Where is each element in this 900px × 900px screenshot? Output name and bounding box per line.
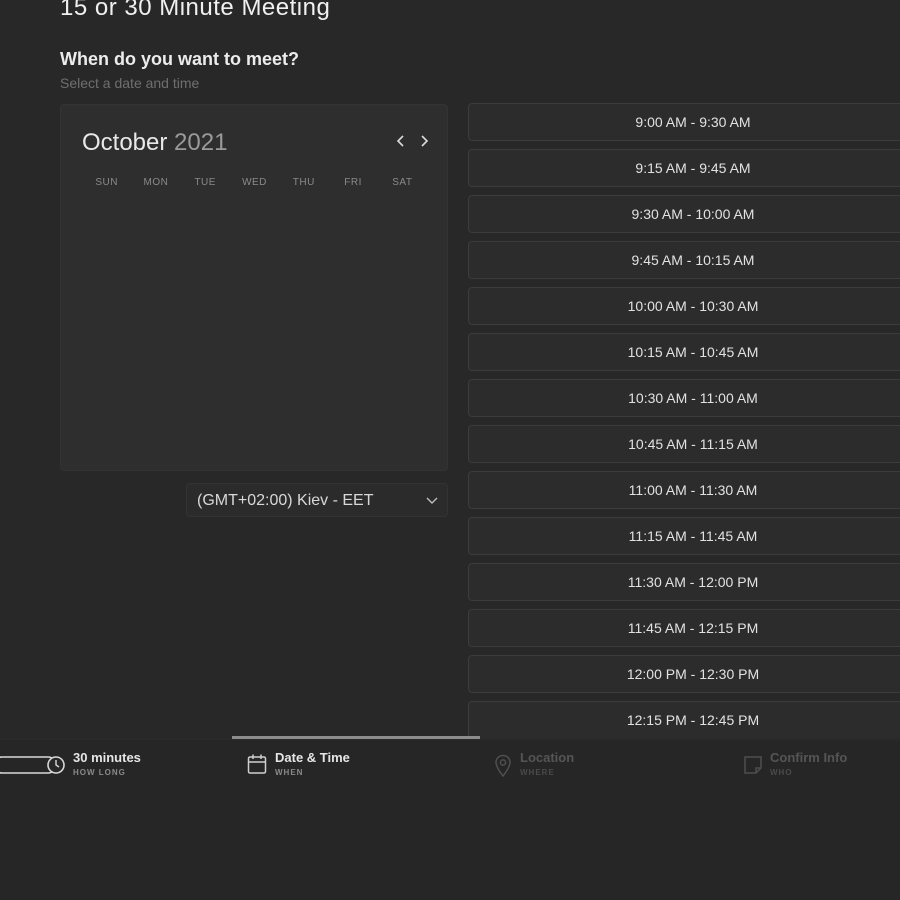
step-location[interactable]: Location WHERE: [494, 750, 694, 786]
weekday-label: SAT: [392, 177, 413, 188]
section-heading: When do you want to meet?: [60, 49, 299, 69]
calendar-month: October: [82, 129, 168, 156]
chevron-left-icon: [396, 135, 404, 147]
chevron-down-icon: [426, 497, 438, 504]
weekday-label: SUN: [95, 177, 118, 188]
time-slot-button[interactable]: 10:30 AM - 11:00 AM: [468, 379, 900, 417]
time-slot-label: 10:15 AM - 10:45 AM: [627, 344, 759, 360]
weekday-label: TUE: [194, 177, 216, 188]
step-label: Date & Time: [275, 750, 350, 765]
step-label: Location: [520, 750, 575, 765]
calendar-year: 2021: [174, 129, 228, 156]
time-slot-button[interactable]: 10:45 AM - 11:15 AM: [468, 425, 900, 463]
duration-icon: [0, 756, 65, 774]
active-step-indicator: [232, 736, 480, 739]
time-slot-label: 11:15 AM - 11:45 AM: [628, 528, 758, 544]
time-slot-label: 10:00 AM - 10:30 AM: [627, 298, 759, 314]
note-icon: [744, 756, 762, 774]
time-slot-button[interactable]: 11:00 AM - 11:30 AM: [468, 471, 900, 509]
calendar-month-year: October 2021: [82, 129, 227, 157]
step-label: 30 minutes: [73, 750, 141, 765]
time-slot-label: 9:15 AM - 9:45 AM: [635, 160, 751, 176]
time-slot-label: 12:00 PM - 12:30 PM: [626, 666, 760, 682]
time-slot-label: 10:45 AM - 11:15 AM: [628, 436, 758, 452]
time-slot-button[interactable]: 12:15 PM - 12:45 PM: [468, 701, 900, 739]
time-slot-label: 10:30 AM - 11:00 AM: [628, 390, 758, 406]
time-slot-button[interactable]: 11:15 AM - 11:45 AM: [468, 517, 900, 555]
time-slot-label: 9:30 AM - 10:00 AM: [631, 206, 755, 222]
step-duration[interactable]: 30 minutes HOW LONG: [0, 750, 200, 786]
time-slot-button[interactable]: 10:15 AM - 10:45 AM: [468, 333, 900, 371]
time-slot-label: 11:30 AM - 12:00 PM: [627, 574, 759, 590]
time-slot-label: 9:00 AM - 9:30 AM: [635, 114, 751, 130]
next-month-button[interactable]: [415, 131, 433, 151]
time-slot-button[interactable]: 10:00 AM - 10:30 AM: [468, 287, 900, 325]
calendar-panel: October 2021 SUN MON TUE WED THU FRI SAT: [60, 104, 448, 471]
section-subtitle: Select a date and time: [60, 75, 200, 91]
time-slot-button[interactable]: 9:15 AM - 9:45 AM: [468, 149, 900, 187]
scheduler-page: 15 or 30 Minute Meeting When do you want…: [0, 0, 900, 900]
location-pin-icon: [495, 754, 511, 778]
step-label: Confirm Info: [770, 750, 848, 765]
previous-month-button[interactable]: [392, 131, 410, 151]
time-slot-button[interactable]: 9:30 AM - 10:00 AM: [468, 195, 900, 233]
step-date-time[interactable]: Date & Time WHEN: [247, 750, 447, 786]
calendar-icon: [247, 754, 267, 774]
time-slot-button[interactable]: 11:45 AM - 12:15 PM: [468, 609, 900, 647]
weekday-label: THU: [292, 177, 315, 188]
time-slot-button[interactable]: 12:00 PM - 12:30 PM: [468, 655, 900, 693]
time-slot-button[interactable]: 9:45 AM - 10:15 AM: [468, 241, 900, 279]
step-sublabel: WHERE: [520, 768, 555, 777]
time-slot-label: 12:15 PM - 12:45 PM: [626, 712, 760, 728]
meeting-title: 15 or 30 Minute Meeting: [60, 0, 331, 21]
time-slot-label: 9:45 AM - 10:15 AM: [631, 252, 755, 268]
time-slot-list: 9:00 AM - 9:30 AM 9:15 AM - 9:45 AM 9:30…: [468, 103, 900, 747]
weekday-header: SUN MON TUE WED THU FRI SAT: [82, 177, 427, 188]
time-slot-button[interactable]: 11:30 AM - 12:00 PM: [468, 563, 900, 601]
time-slot-label: 11:45 AM - 12:15 PM: [627, 620, 759, 636]
weekday-label: WED: [242, 177, 267, 188]
weekday-label: FRI: [344, 177, 362, 188]
time-slot-label: 11:00 AM - 11:30 AM: [628, 482, 758, 498]
chevron-right-icon: [421, 135, 429, 147]
time-slot-button[interactable]: 9:00 AM - 9:30 AM: [468, 103, 900, 141]
timezone-select[interactable]: (GMT+02:00) Kiev - EET: [186, 483, 448, 517]
weekday-label: MON: [143, 177, 169, 188]
step-sublabel: HOW LONG: [73, 768, 126, 777]
step-sublabel: WHO: [770, 768, 793, 777]
step-sublabel: WHEN: [275, 768, 304, 777]
timezone-label: (GMT+02:00) Kiev - EET: [197, 492, 374, 509]
step-confirm-info[interactable]: Confirm Info WHO: [743, 750, 893, 786]
